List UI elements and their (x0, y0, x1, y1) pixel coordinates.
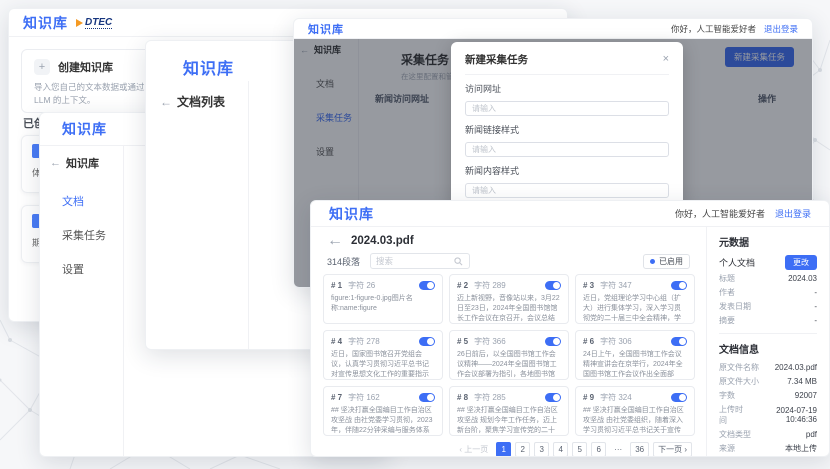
news-link-style-field[interactable] (465, 142, 669, 157)
logout-link[interactable]: 退出登录 (764, 23, 798, 35)
back-arrow-icon: ← (50, 157, 61, 169)
sidebar-item-collect-tasks[interactable]: 采集任务 (62, 227, 123, 243)
enabled-dot-icon (650, 259, 655, 264)
window-document-viewer: 知识库 你好，人工智能爱好者 退出登录 ← 2024.03.pdf 314段落 (310, 200, 830, 457)
search-input[interactable] (376, 256, 454, 266)
segment-card[interactable]: # 5字符 36626日前后，以全国图书馆工作会议精神——2024年全国图书馆工… (449, 330, 569, 380)
segment-card[interactable]: # 1字符 26figure:1-figure-0.jpg图片名称:name:f… (323, 274, 443, 324)
sidebar-item-docs[interactable]: 文档 (62, 193, 123, 209)
doc-type-label: 个人文档 (719, 256, 755, 269)
dtec-logo: DTEC (76, 17, 112, 29)
change-button[interactable]: 更改 (785, 255, 817, 270)
segment-toggle[interactable] (671, 393, 687, 402)
segment-toggle[interactable] (671, 337, 687, 346)
segment-count: 314段落 (327, 255, 360, 268)
segment-card[interactable]: # 9字符 324## 坚决打赢全国编目工作自治区攻坚战 由社党委组织，随着深入… (575, 386, 695, 436)
segment-card[interactable]: # 7字符 162## 坚决打赢全国编目工作自治区攻坚战 由社党委学习贯彻，20… (323, 386, 443, 436)
segment-toggle[interactable] (419, 393, 435, 402)
page-button-5[interactable]: 5 (572, 442, 587, 457)
page-button-1[interactable]: 1 (496, 442, 511, 457)
segment-search[interactable] (370, 253, 470, 269)
segment-area: ← 2024.03.pdf 314段落 已启用 # 1字符 26figure: (311, 227, 707, 456)
metadata-heading: 元数据 (719, 234, 817, 249)
field-label-link-style: 新闻链接样式 (465, 123, 669, 136)
next-page-button[interactable]: 下一页 › (653, 442, 692, 457)
page-button-2[interactable]: 2 (515, 442, 530, 457)
segment-toggle[interactable] (545, 281, 561, 290)
page-ellipsis: ··· (610, 442, 626, 457)
desktop-stage: { "icons": { "plus": "+", "back_arrow": … (0, 0, 830, 469)
window-c-sidebar: ← 知识库 文档 采集任务 设置 (40, 146, 124, 456)
document-title: 2024.03.pdf (351, 235, 414, 247)
status-badge-enabled[interactable]: 已启用 (643, 254, 690, 269)
segment-card[interactable]: # 6字符 30624日上午，全国图书馆工作会议精神宣讲会在京举行，2024年全… (575, 330, 695, 380)
modal-title: 新建采集任务 (465, 52, 528, 67)
search-icon (454, 257, 463, 266)
doc-info-heading: 文档信息 (719, 341, 817, 356)
app-logo: 知识库 (183, 55, 234, 79)
pagination: ‹ 上一页 1 2 3 4 5 6 ··· 36 下一页 › (311, 436, 706, 457)
page-button-4[interactable]: 4 (553, 442, 568, 457)
segment-card[interactable]: # 8字符 285## 坚决打赢全国编目工作自治区攻坚战 规划今年工作任务，迈上… (449, 386, 569, 436)
plus-icon: + (34, 59, 50, 75)
page-button-3[interactable]: 3 (534, 442, 549, 457)
segment-card[interactable]: # 2字符 289迈上新视野，音像站以来，3月22日至23日，2024年全国图书… (449, 274, 569, 324)
segment-card[interactable]: # 4字符 278近日，国家图书馆召开党组会议，认真学习贯彻习近平总书记对宣传思… (323, 330, 443, 380)
dtec-arrow-icon (76, 19, 83, 27)
page-button-36[interactable]: 36 (630, 442, 649, 457)
back-arrow-icon: ← (160, 95, 172, 109)
segment-toggle[interactable] (419, 337, 435, 346)
back-button[interactable]: ← 文档列表 (160, 93, 248, 110)
prev-page-button[interactable]: ‹ 上一页 (455, 442, 492, 457)
close-icon[interactable]: × (663, 54, 669, 65)
segment-card[interactable]: # 3字符 347近日，党组理论学习中心组（扩大）进行集体学习，深入学习贯彻党的… (575, 274, 695, 324)
field-label-content-style: 新闻内容样式 (465, 164, 669, 177)
user-greeting: 你好，人工智能爱好者 (671, 23, 756, 35)
app-logo: 知识库 (308, 21, 344, 37)
user-greeting: 你好，人工智能爱好者 (675, 207, 765, 220)
segment-toggle[interactable] (545, 337, 561, 346)
segment-toggle[interactable] (671, 281, 687, 290)
segment-grid: # 1字符 26figure:1-figure-0.jpg图片名称:name:f… (311, 270, 706, 436)
app-logo: 知识库 (62, 119, 107, 139)
metadata-panel: 元数据 个人文档 更改 标题2024.03 作者- 发表日期- 摘要- 文档信息… (707, 227, 829, 456)
page-button-6[interactable]: 6 (591, 442, 606, 457)
sidebar-item-settings[interactable]: 设置 (62, 261, 123, 277)
window-b-sidebar: ← 文档列表 (146, 81, 249, 349)
segment-toggle[interactable] (545, 393, 561, 402)
news-content-style-field[interactable] (465, 183, 669, 198)
back-button[interactable]: ← 知识库 (50, 155, 123, 171)
app-logo: 知识库 (329, 204, 374, 224)
logout-link[interactable]: 退出登录 (775, 207, 811, 220)
app-logo: 知识库 (23, 13, 68, 33)
back-arrow-icon[interactable]: ← (327, 232, 343, 250)
field-label-url: 访问网址 (465, 82, 669, 95)
segment-toggle[interactable] (419, 281, 435, 290)
url-field[interactable] (465, 101, 669, 116)
